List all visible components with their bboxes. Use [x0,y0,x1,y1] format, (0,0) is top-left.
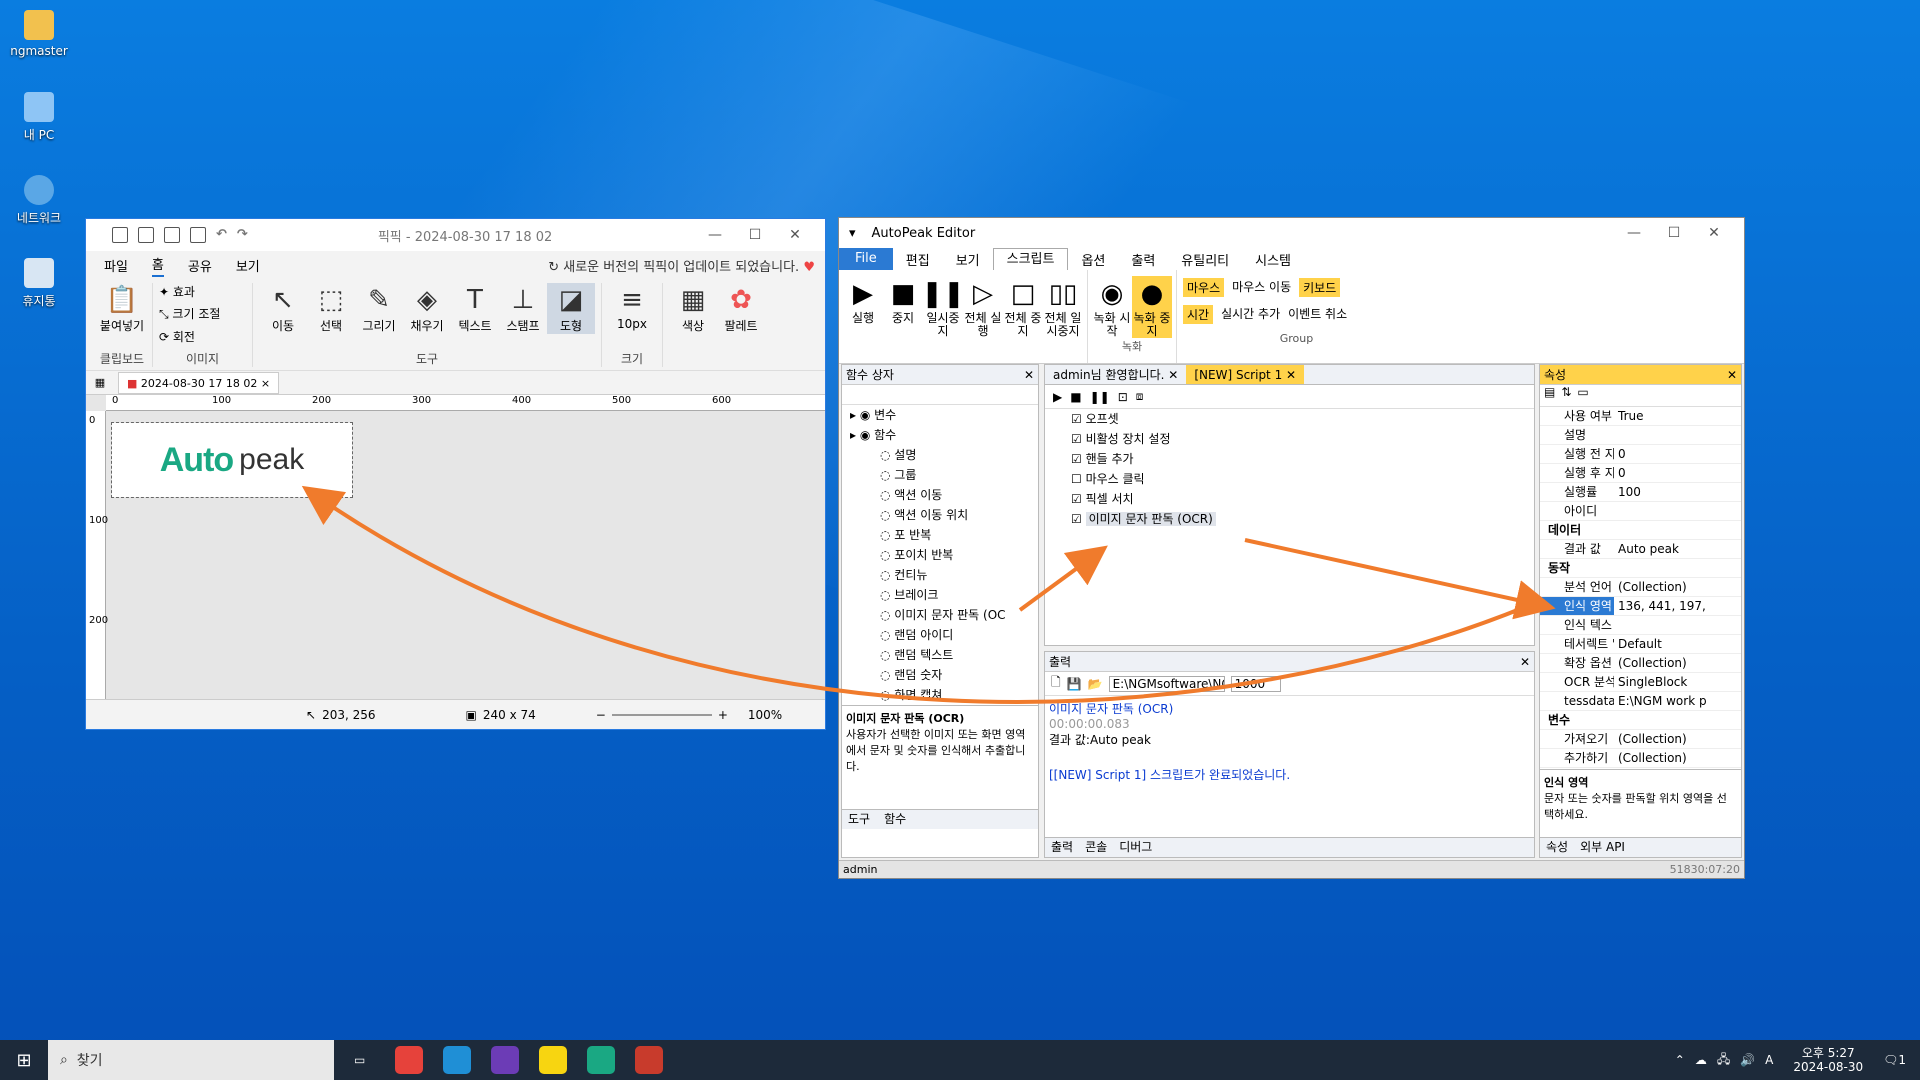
notification-icon[interactable]: 🗨1 [1883,1053,1906,1067]
search-box[interactable]: ⌕ 찾기 [48,1040,334,1080]
chevron-up-icon[interactable]: ⌃ [1675,1053,1685,1067]
chrome-icon[interactable] [395,1046,424,1074]
clock[interactable]: 오후 5:27 2024-08-30 [1793,1046,1863,1074]
cloud-icon[interactable]: ☁ [1695,1053,1707,1067]
annotation-arrows [301,485,1556,704]
network-tray-icon[interactable]: 🖧 [1717,1050,1730,1071]
autopeak-taskbar-icon[interactable] [587,1046,616,1074]
edge-icon[interactable] [443,1046,472,1074]
visual-studio-icon[interactable] [491,1046,520,1074]
taskbar: ⊞ ⌕ 찾기 ▭ ⌃ ☁ 🖧 🔊 A 오후 5:27 2024-08-30 🗨1 [0,1040,1920,1080]
arrow-ocr-region-to-image [301,485,1531,704]
task-view-icon[interactable]: ▭ [354,1053,365,1067]
arrow-ocr-to-region-property [1244,538,1556,620]
search-icon: ⌕ [60,1052,68,1068]
volume-icon[interactable]: 🔊 [1740,1053,1755,1067]
app-taskbar-icon[interactable] [635,1046,664,1074]
system-tray: ⌃ ☁ 🖧 🔊 A 오후 5:27 2024-08-30 🗨1 [1675,1046,1920,1074]
ime-indicator[interactable]: A [1765,1053,1773,1067]
kakaotalk-icon[interactable] [539,1046,568,1074]
arrow-to-ocr-action [1018,545,1108,612]
start-button[interactable]: ⊞ [0,1050,48,1071]
